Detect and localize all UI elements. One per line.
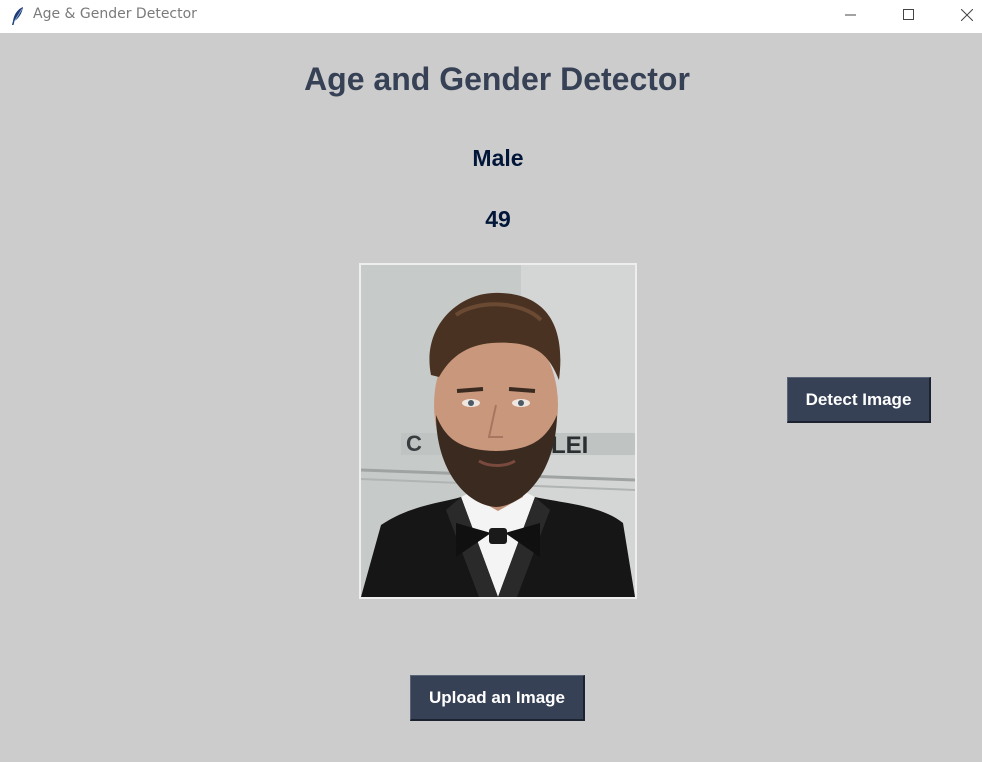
maximize-button[interactable] [886, 0, 932, 33]
title-bar[interactable]: Age & Gender Detector [0, 0, 982, 33]
app-window: Age & Gender Detector Age and Gender Det… [0, 0, 982, 762]
main-panel: Age and Gender Detector Male 49 C LEI De… [0, 33, 982, 762]
detect-image-button[interactable]: Detect Image [787, 377, 931, 423]
page-title: Age and Gender Detector [304, 61, 690, 97]
upload-image-button[interactable]: Upload an Image [410, 675, 585, 721]
maximize-icon [903, 8, 915, 26]
uploaded-image: C LEI [359, 263, 637, 599]
minimize-icon [845, 8, 857, 26]
svg-text:LEI: LEI [551, 432, 588, 459]
window-title: Age & Gender Detector [33, 6, 197, 22]
age-result: 49 [485, 206, 511, 232]
feather-icon [10, 6, 26, 26]
close-icon [960, 8, 974, 26]
close-button[interactable] [944, 0, 982, 33]
portrait-photo-icon: C LEI [361, 265, 635, 597]
minimize-button[interactable] [828, 0, 874, 33]
svg-text:C: C [406, 431, 422, 456]
gender-result: Male [472, 145, 524, 171]
